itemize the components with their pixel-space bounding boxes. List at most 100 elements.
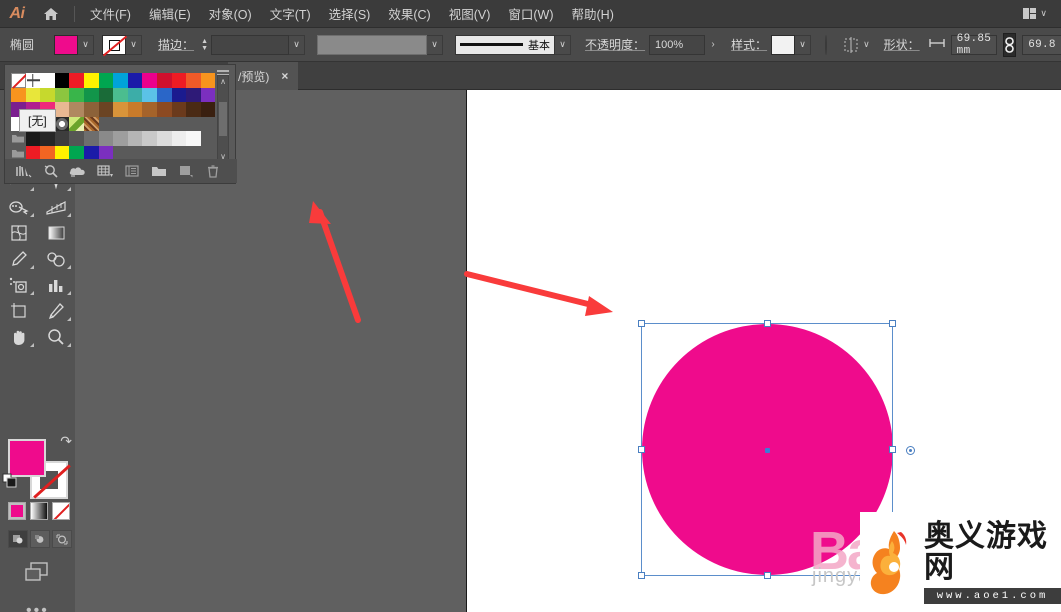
change-screen-mode-icon[interactable] (22, 560, 52, 589)
new-swatch-icon[interactable] (173, 161, 198, 181)
hand-tool[interactable] (0, 324, 37, 350)
swatch-cell[interactable] (127, 131, 143, 146)
swatches-scrollbar[interactable]: ∧ ∨ (217, 75, 229, 163)
swatch-cell[interactable] (142, 131, 157, 146)
swatch-cell[interactable] (54, 73, 70, 88)
swatch-registration[interactable] (25, 73, 41, 88)
swatch-cell[interactable] (171, 102, 187, 117)
shape-height-input[interactable]: 69.8 (1022, 34, 1061, 55)
mesh-tool[interactable] (0, 220, 37, 246)
swatch-cell[interactable] (83, 131, 99, 146)
live-shape-widget-icon[interactable] (906, 446, 915, 455)
menu-effect[interactable]: 效果(C) (379, 0, 439, 27)
swatch-cell[interactable] (171, 73, 187, 88)
scroll-up-icon[interactable]: ∧ (220, 77, 226, 86)
swatch-pattern-texture[interactable] (83, 116, 99, 132)
graphic-style-control[interactable]: ∨ (771, 34, 812, 55)
column-graph-tool[interactable] (37, 272, 74, 298)
brush-profile-preview[interactable]: 基本 (455, 34, 556, 55)
new-color-group-icon[interactable] (146, 161, 171, 181)
gradient-fill-button[interactable] (30, 502, 48, 520)
menu-window[interactable]: 窗口(W) (499, 0, 562, 27)
swatch-cell[interactable] (40, 73, 55, 88)
more-tools-icon[interactable]: ••• (26, 602, 49, 612)
perspective-grid-tool[interactable] (37, 194, 74, 220)
variable-width-chevron-down-icon[interactable]: ∨ (427, 34, 444, 55)
swatch-cell[interactable] (98, 87, 114, 103)
swatch-cell[interactable] (83, 87, 99, 103)
opacity-flyout-arrow-icon[interactable]: › (705, 35, 721, 55)
menu-select[interactable]: 选择(S) (320, 0, 380, 27)
menu-view[interactable]: 视图(V) (440, 0, 500, 27)
fill-color-indicator[interactable] (8, 439, 46, 477)
swatch-cell[interactable] (142, 87, 157, 103)
fill-color-control[interactable]: ∨ (54, 34, 95, 55)
swatch-cell[interactable] (54, 87, 70, 103)
swatch-pattern-circle[interactable] (54, 116, 70, 132)
artboard-tool[interactable] (0, 298, 37, 324)
swatch-libraries-icon[interactable] (11, 161, 36, 181)
menu-help[interactable]: 帮助(H) (563, 0, 623, 27)
swatch-cell[interactable] (200, 73, 216, 88)
zoom-tool[interactable] (37, 324, 74, 350)
show-swatch-kinds-icon[interactable] (92, 161, 117, 181)
eyedropper-tool[interactable] (0, 246, 37, 272)
slice-tool[interactable] (37, 298, 74, 324)
menu-file[interactable]: 文件(F) (81, 0, 140, 27)
cloud-icon[interactable] (65, 161, 90, 181)
home-icon[interactable] (34, 0, 68, 28)
swatch-pattern-leaf[interactable] (69, 116, 84, 132)
menu-object[interactable]: 对象(O) (200, 0, 261, 27)
swatch-cell[interactable] (69, 131, 84, 146)
stroke-weight-input[interactable] (211, 34, 290, 55)
fill-swatch[interactable] (54, 34, 79, 55)
stroke-weight-chevron-down-icon[interactable]: ∨ (289, 34, 306, 55)
align-control[interactable]: ∨ (841, 36, 870, 54)
swatch-cell[interactable] (69, 102, 84, 117)
variable-width-input[interactable] (317, 34, 428, 55)
swatch-cell[interactable] (127, 73, 143, 88)
swatch-cell[interactable] (142, 73, 157, 88)
swatch-cell[interactable] (156, 131, 172, 146)
swatch-cell[interactable] (186, 102, 201, 117)
swatch-cell[interactable] (186, 87, 201, 103)
handle-bottom-left[interactable] (638, 572, 645, 579)
swatch-cell[interactable] (98, 102, 114, 117)
swatch-cell[interactable] (127, 87, 143, 103)
link-chain-icon[interactable] (1003, 32, 1017, 57)
stroke-chevron-down-icon[interactable]: ∨ (126, 34, 143, 55)
swatch-cell[interactable] (69, 87, 84, 103)
stroke-color-control[interactable]: ∨ (102, 34, 143, 55)
opacity-input[interactable]: 100% (649, 34, 706, 55)
handle-middle-right[interactable] (889, 446, 896, 453)
swatch-cell[interactable] (69, 73, 84, 88)
swatch-cell[interactable] (54, 131, 70, 146)
swatch-cell[interactable] (171, 131, 187, 146)
swatch-cell[interactable] (98, 73, 114, 88)
swatch-cell[interactable] (11, 87, 26, 103)
swatch-cell[interactable] (25, 87, 41, 103)
fill-chevron-down-icon[interactable]: ∨ (78, 34, 95, 55)
swatch-cell[interactable] (113, 102, 128, 117)
close-icon[interactable]: × (281, 69, 288, 83)
swatch-none[interactable] (11, 73, 26, 88)
stroke-weight-control[interactable]: ▲ ▼ ∨ (198, 34, 306, 55)
swatch-options-icon[interactable] (119, 161, 144, 181)
shape-width-input[interactable]: 69.85 mm (950, 33, 998, 57)
handle-top-center[interactable] (764, 320, 771, 327)
swatch-cell[interactable] (83, 102, 99, 117)
swatch-cell[interactable] (156, 87, 172, 103)
handle-top-left[interactable] (638, 320, 645, 327)
draw-behind-icon[interactable] (30, 530, 50, 548)
handle-bottom-center[interactable] (764, 572, 771, 579)
stroke-swatch-none[interactable] (102, 34, 127, 55)
gradient-tool[interactable] (37, 220, 74, 246)
symbol-sprayer-tool[interactable] (0, 272, 37, 298)
swatch-cell[interactable] (98, 131, 114, 146)
swatch-cell[interactable] (113, 131, 128, 146)
handle-middle-left[interactable] (638, 446, 645, 453)
shape-builder-tool[interactable] (0, 194, 37, 220)
align-chevron-down-icon[interactable]: ∨ (863, 39, 870, 50)
menu-edit[interactable]: 编辑(E) (140, 0, 200, 27)
swatch-cell[interactable] (156, 73, 172, 88)
